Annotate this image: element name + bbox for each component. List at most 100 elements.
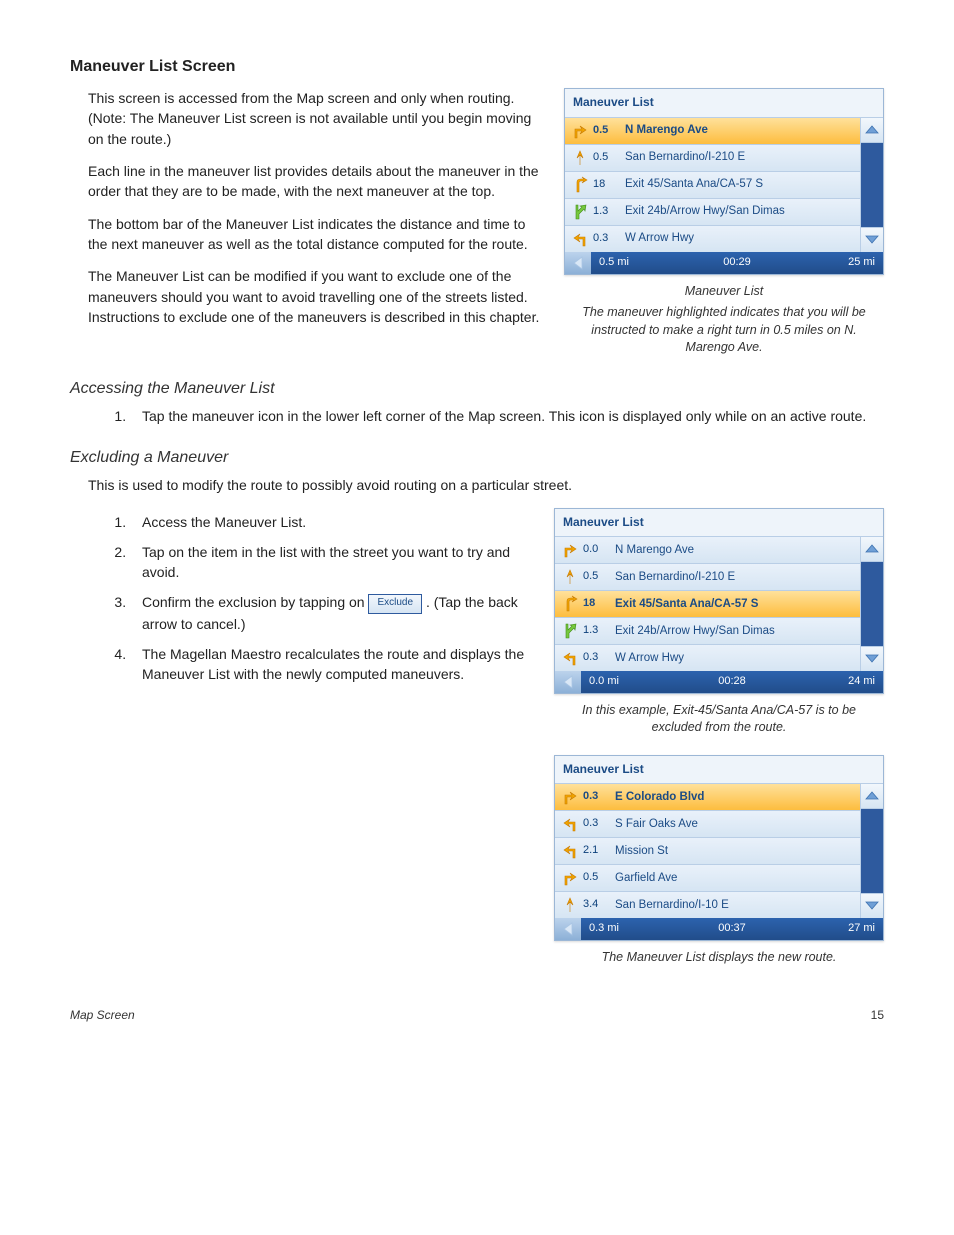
- maneuver-rows: 0.3E Colorado Blvd0.3S Fair Oaks Ave2.1M…: [555, 784, 860, 918]
- maneuver-list-widget: Maneuver List 0.3E Colorado Blvd0.3S Fai…: [554, 755, 884, 941]
- maneuver-list-title: Maneuver List: [555, 509, 883, 537]
- scroll-down-icon[interactable]: [861, 893, 883, 918]
- maneuver-row[interactable]: 0.5San Bernardino/I-210 E: [555, 564, 860, 591]
- step-item: The Magellan Maestro recalculates the ro…: [130, 644, 530, 685]
- footer-next-distance: 0.5 mi: [591, 255, 691, 271]
- figure-caption: The maneuver highlighted indicates that …: [564, 304, 884, 357]
- maneuver-distance: 0.3: [593, 231, 625, 247]
- maneuver-distance: 18: [583, 596, 615, 612]
- footer-next-distance: 0.3 mi: [581, 921, 684, 937]
- turn-right-icon: [559, 540, 581, 560]
- body-paragraph: Each line in the maneuver list provides …: [88, 161, 540, 202]
- back-icon[interactable]: [555, 671, 581, 693]
- merge-up-icon: [559, 567, 581, 587]
- scroll-track[interactable]: [861, 143, 883, 227]
- body-paragraph: The bottom bar of the Maneuver List indi…: [88, 214, 540, 255]
- maneuver-row[interactable]: 0.3S Fair Oaks Ave: [555, 811, 860, 838]
- merge-up-icon: [559, 895, 581, 915]
- exclude-button[interactable]: Exclude: [368, 594, 422, 614]
- footer-next-distance: 0.0 mi: [581, 674, 684, 690]
- scroll-track[interactable]: [861, 809, 883, 893]
- maneuver-row[interactable]: 0.0N Marengo Ave: [555, 537, 860, 564]
- scroll-down-icon[interactable]: [861, 227, 883, 252]
- step-item: Tap on the item in the list with the str…: [130, 542, 530, 583]
- turn-left-icon: [569, 229, 591, 249]
- turn-left-icon: [559, 814, 581, 834]
- scroll-up-icon[interactable]: [861, 784, 883, 809]
- maneuver-street: W Arrow Hwy: [615, 650, 860, 667]
- turn-right-icon: [559, 868, 581, 888]
- maneuver-distance: 0.3: [583, 789, 615, 805]
- maneuver-row[interactable]: 3.4San Bernardino/I-10 E: [555, 892, 860, 918]
- maneuver-distance: 3.4: [583, 897, 615, 913]
- maneuver-row[interactable]: 0.5Garfield Ave: [555, 865, 860, 892]
- page-number: 15: [871, 1007, 884, 1024]
- merge-up-icon: [569, 148, 591, 168]
- maneuver-row[interactable]: 0.5San Bernardino/I-210 E: [565, 145, 860, 172]
- footer-time: 00:37: [684, 921, 779, 937]
- maneuver-row[interactable]: 2.1Mission St: [555, 838, 860, 865]
- maneuver-distance: 1.3: [593, 204, 625, 220]
- maneuver-distance: 0.5: [593, 123, 625, 139]
- fwy-right-icon: [559, 594, 581, 614]
- maneuver-row[interactable]: 0.3W Arrow Hwy: [565, 226, 860, 252]
- footer-section-name: Map Screen: [70, 1007, 135, 1024]
- scroll-down-icon[interactable]: [861, 646, 883, 671]
- footer-total-distance: 27 mi: [780, 921, 883, 937]
- maneuver-street: San Bernardino/I-210 E: [625, 149, 860, 166]
- turn-left-icon: [559, 841, 581, 861]
- step-item: Access the Maneuver List.: [130, 512, 530, 532]
- back-icon[interactable]: [555, 918, 581, 940]
- subsection-heading: Accessing the Maneuver List: [70, 377, 884, 400]
- maneuver-street: San Bernardino/I-210 E: [615, 569, 860, 586]
- maneuver-row[interactable]: 1.3Exit 24b/Arrow Hwy/San Dimas: [565, 199, 860, 226]
- maneuver-row[interactable]: 1.3Exit 24b/Arrow Hwy/San Dimas: [555, 618, 860, 645]
- maneuver-list-title: Maneuver List: [565, 89, 883, 117]
- maneuver-street: S Fair Oaks Ave: [615, 816, 860, 833]
- maneuver-distance: 0.5: [583, 870, 615, 886]
- maneuver-street: N Marengo Ave: [615, 542, 860, 559]
- maneuver-rows: 0.5N Marengo Ave0.5San Bernardino/I-210 …: [565, 118, 860, 252]
- scroll-up-icon[interactable]: [861, 537, 883, 562]
- maneuver-row[interactable]: 0.5N Marengo Ave: [565, 118, 860, 145]
- turn-right-icon: [559, 787, 581, 807]
- scroll-track[interactable]: [861, 562, 883, 646]
- body-paragraph: This is used to modify the route to poss…: [88, 475, 884, 495]
- maneuver-street: Exit 24b/Arrow Hwy/San Dimas: [615, 623, 860, 640]
- maneuver-street: E Colorado Blvd: [615, 789, 860, 806]
- turn-right-icon: [569, 121, 591, 141]
- maneuver-row[interactable]: 0.3W Arrow Hwy: [555, 645, 860, 671]
- maneuver-row[interactable]: 0.3E Colorado Blvd: [555, 784, 860, 811]
- maneuver-distance: 18: [593, 177, 625, 193]
- subsection-heading: Excluding a Maneuver: [70, 446, 884, 469]
- maneuver-street: Garfield Ave: [615, 870, 860, 887]
- scroll-up-icon[interactable]: [861, 118, 883, 143]
- maneuver-list-widget: Maneuver List 0.5N Marengo Ave0.5San Ber…: [564, 88, 884, 274]
- maneuver-list-widget: Maneuver List 0.0N Marengo Ave0.5San Ber…: [554, 508, 884, 694]
- maneuver-row[interactable]: 18Exit 45/Santa Ana/CA-57 S: [565, 172, 860, 199]
- turn-left-icon: [559, 648, 581, 668]
- exit-right-icon: [559, 621, 581, 641]
- scrollbar[interactable]: [860, 784, 883, 918]
- fwy-right-icon: [569, 175, 591, 195]
- scrollbar[interactable]: [860, 118, 883, 252]
- maneuver-street: Exit 45/Santa Ana/CA-57 S: [615, 596, 860, 613]
- maneuver-footer: 0.5 mi 00:29 25 mi: [565, 252, 883, 274]
- maneuver-distance: 0.0: [583, 542, 615, 558]
- maneuver-street: W Arrow Hwy: [625, 230, 860, 247]
- maneuver-footer: 0.0 mi 00:28 24 mi: [555, 671, 883, 693]
- section-heading: Maneuver List Screen: [70, 55, 884, 78]
- maneuver-row[interactable]: 18Exit 45/Santa Ana/CA-57 S: [555, 591, 860, 618]
- maneuver-footer: 0.3 mi 00:37 27 mi: [555, 918, 883, 940]
- maneuver-distance: 0.5: [593, 150, 625, 166]
- footer-total-distance: 25 mi: [783, 255, 883, 271]
- figure-caption: The Maneuver List displays the new route…: [554, 949, 884, 967]
- scrollbar[interactable]: [860, 537, 883, 671]
- exit-right-icon: [569, 202, 591, 222]
- footer-time: 00:28: [684, 674, 779, 690]
- body-paragraph: This screen is accessed from the Map scr…: [88, 88, 540, 149]
- maneuver-street: Mission St: [615, 843, 860, 860]
- figure-caption-title: Maneuver List: [564, 283, 884, 301]
- maneuver-list-title: Maneuver List: [555, 756, 883, 784]
- back-icon[interactable]: [565, 252, 591, 274]
